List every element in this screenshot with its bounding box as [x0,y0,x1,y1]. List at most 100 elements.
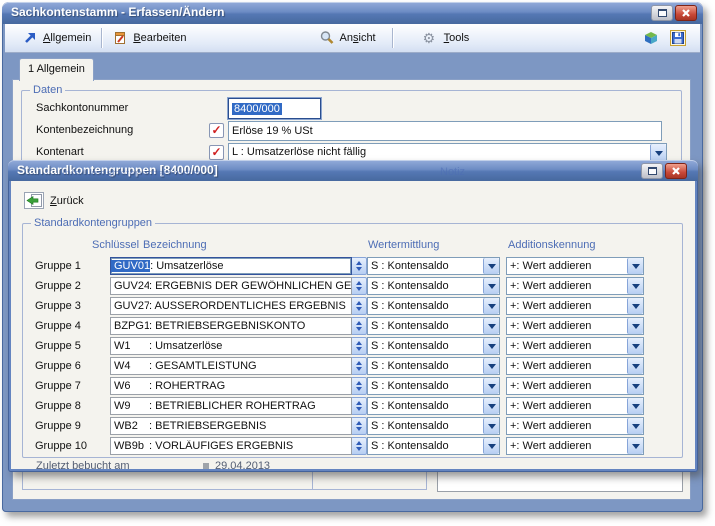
wertermittlung-select[interactable]: S : Kontensaldo [367,357,500,375]
bezeichnung-value: : BETRIEBSERGEBNISKONTO [149,320,305,332]
dropdown-arrow-icon[interactable] [627,318,643,334]
dropdown-arrow-icon[interactable] [483,278,499,294]
schluessel-input[interactable]: W9 : BETRIEBLICHER ROHERTRAG [110,397,352,415]
spinner-down-icon[interactable] [356,307,362,311]
spinner-down-icon[interactable] [356,347,362,351]
wertermittlung-select[interactable]: S : Kontensaldo [367,297,500,315]
spinner-up-icon[interactable] [356,421,362,425]
schluessel-input[interactable]: GUV24.S3 : ERGEBNIS DER GEWÖHNLICHEN GES [110,277,352,295]
spinner-down-icon[interactable] [356,407,362,411]
spinner-down-icon[interactable] [356,327,362,331]
wertermittlung-select[interactable]: S : Kontensaldo [367,397,500,415]
dialog-close-button[interactable] [665,163,687,179]
wertermittlung-select[interactable]: S : Kontensaldo [367,377,500,395]
kontenart-check-icon[interactable]: ✓ [209,145,224,160]
schluessel-spinner[interactable] [352,437,367,455]
dropdown-arrow-icon[interactable] [483,318,499,334]
cube-icon[interactable] [643,30,659,46]
dropdown-arrow-icon[interactable] [627,438,643,454]
spinner-up-icon[interactable] [356,261,362,265]
additionskennung-select[interactable]: +: Wert addieren [506,277,644,295]
dropdown-arrow-icon[interactable] [483,258,499,274]
schluessel-spinner[interactable] [352,397,367,415]
dropdown-arrow-icon[interactable] [483,298,499,314]
menu-item-allgemein[interactable]: Allgemein [16,27,97,49]
schluessel-input[interactable]: WB9b : VORLÄUFIGES ERGEBNIS [110,437,352,455]
spinner-up-icon[interactable] [356,301,362,305]
spinner-down-icon[interactable] [356,287,362,291]
spinner-up-icon[interactable] [356,381,362,385]
spinner-down-icon[interactable] [356,447,362,451]
restore-button[interactable] [651,5,673,21]
additionskennung-select[interactable]: +: Wert addieren [506,397,644,415]
additionskennung-select[interactable]: +: Wert addieren [506,377,644,395]
kontenbezeichnung-value: Erlöse 19 % USt [232,125,313,137]
additionskennung-select[interactable]: +: Wert addieren [506,317,644,335]
dropdown-arrow-icon[interactable] [627,258,643,274]
schluessel-input[interactable]: GUV01 : Umsatzerlöse [110,257,352,275]
dropdown-arrow-icon[interactable] [627,338,643,354]
dropdown-arrow-icon[interactable] [483,438,499,454]
additionskennung-select[interactable]: +: Wert addieren [506,297,644,315]
spinner-down-icon[interactable] [356,367,362,371]
schluessel-input[interactable]: W4 : GESAMTLEISTUNG [110,357,352,375]
wertermittlung-select[interactable]: S : Kontensaldo [367,337,500,355]
spinner-up-icon[interactable] [356,441,362,445]
wertermittlung-select[interactable]: S : Kontensaldo [367,437,500,455]
dropdown-arrow-icon[interactable] [483,418,499,434]
zurueck-button[interactable]: Zurück [20,190,88,211]
menu-item-tools[interactable]: ⚙ Tools [417,27,476,49]
schluessel-spinner[interactable] [352,337,367,355]
spinner-down-icon[interactable] [356,387,362,391]
schluessel-spinner[interactable] [352,357,367,375]
dialog-restore-button[interactable] [641,163,663,179]
wertermittlung-select[interactable]: S : Kontensaldo [367,277,500,295]
dropdown-arrow-icon[interactable] [627,418,643,434]
sachkontonummer-input[interactable]: 8400/000 [228,98,321,119]
dropdown-arrow-icon[interactable] [483,398,499,414]
schluessel-input[interactable]: W1 : Umsatzerlöse [110,337,352,355]
additionskennung-select[interactable]: +: Wert addieren [506,357,644,375]
spinner-down-icon[interactable] [356,267,362,271]
kontenbezeichnung-input[interactable]: Erlöse 19 % USt [228,121,662,141]
dropdown-arrow-icon[interactable] [627,298,643,314]
wertermittlung-select[interactable]: S : Kontensaldo [367,257,500,275]
dropdown-arrow-icon[interactable] [627,278,643,294]
schluessel-spinner[interactable] [352,277,367,295]
schluessel-input[interactable]: WB2 : BETRIEBSERGEBNIS [110,417,352,435]
dropdown-arrow-icon[interactable] [627,398,643,414]
menu-item-bearbeiten[interactable]: Bearbeiten [106,27,192,49]
spinner-up-icon[interactable] [356,281,362,285]
close-button[interactable] [675,5,697,21]
spinner-up-icon[interactable] [356,401,362,405]
spinner-up-icon[interactable] [356,361,362,365]
schluessel-spinner[interactable] [352,257,367,275]
dropdown-arrow-icon[interactable] [627,358,643,374]
menu-item-ansicht[interactable]: Ansicht [313,27,382,49]
spinner-up-icon[interactable] [356,321,362,325]
schluessel-spinner[interactable] [352,317,367,335]
schluessel-input[interactable]: BZPG1.00 : BETRIEBSERGEBNISKONTO [110,317,352,335]
save-icon[interactable] [670,30,686,46]
additionskennung-select[interactable]: +: Wert addieren [506,337,644,355]
schluessel-spinner[interactable] [352,377,367,395]
schluessel-spinner[interactable] [352,417,367,435]
additionskennung-select[interactable]: +: Wert addieren [506,257,644,275]
dropdown-arrow-icon[interactable] [483,358,499,374]
main-titlebar[interactable]: Sachkontenstamm - Erfassen/Ändern [2,2,703,24]
dropdown-arrow-icon[interactable] [627,378,643,394]
gruppe-label: Gruppe 2 [35,277,110,295]
tab-allgemein[interactable]: 1 Allgemein [19,58,94,81]
additionskennung-select[interactable]: +: Wert addieren [506,437,644,455]
wertermittlung-select[interactable]: S : Kontensaldo [367,417,500,435]
additionskennung-select[interactable]: +: Wert addieren [506,417,644,435]
spinner-up-icon[interactable] [356,341,362,345]
schluessel-input[interactable]: GUV27 : AUSSERORDENTLICHES ERGEBNIS [110,297,352,315]
wertermittlung-select[interactable]: S : Kontensaldo [367,317,500,335]
schluessel-spinner[interactable] [352,297,367,315]
schluessel-input[interactable]: W6 : ROHERTRAG [110,377,352,395]
dropdown-arrow-icon[interactable] [483,338,499,354]
kontenbezeichnung-check-icon[interactable]: ✓ [209,123,224,138]
dropdown-arrow-icon[interactable] [483,378,499,394]
spinner-down-icon[interactable] [356,427,362,431]
